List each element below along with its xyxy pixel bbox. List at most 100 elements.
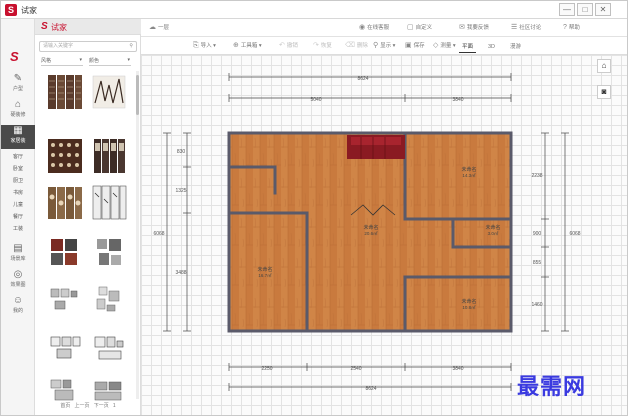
sidebar-sub-kitchen[interactable]: 厨卫 <box>1 177 35 184</box>
dim-top-right: 3840 <box>452 97 463 103</box>
tool-label: 恢复 <box>320 43 332 49</box>
toolbox-button[interactable]: ⊕ 工具箱 ▾ <box>233 37 262 55</box>
save-button[interactable]: ▣ 保存 <box>405 37 425 55</box>
sidebar-sub-living[interactable]: 客厅 <box>1 153 35 160</box>
delete-button[interactable]: ⌫ 删除 <box>345 37 368 55</box>
top-dimension-lines <box>228 73 512 102</box>
menu-help[interactable]: ? 帮助 <box>563 19 580 37</box>
catalog-item-screen-1[interactable] <box>47 73 83 111</box>
dim-right-total: 6068 <box>569 231 580 237</box>
catalog-brand-logo: S <box>41 21 48 32</box>
tool-label: 工具箱 <box>240 43 258 49</box>
menu-feedback[interactable]: ✉ 我要反馈 <box>459 19 489 37</box>
catalog-item-screen-3[interactable] <box>47 137 83 175</box>
dim-left-seg2: 1325 <box>175 188 186 194</box>
mail-icon: ✉ <box>459 24 465 31</box>
pager-prev[interactable]: 上一页 <box>75 403 90 409</box>
catalog-item-art-6[interactable] <box>91 329 127 367</box>
sidebar-sub-dining[interactable]: 餐厅 <box>1 213 35 220</box>
tab-walkthrough[interactable]: 漫游 <box>507 41 524 53</box>
catalog-pager: 首页 上一页 下一页 1 <box>35 399 141 413</box>
measure-icon: ◇ <box>433 42 439 49</box>
screenshot-camera-icon[interactable]: ◙ <box>597 85 611 99</box>
room-3-name: 未命名 <box>485 224 500 231</box>
sidebar-item-hard-decoration[interactable]: ⌂ 硬装修 <box>1 99 35 123</box>
import-button[interactable]: ⎘ 导入 ▾ <box>193 37 216 55</box>
catalog-brand-name: 试家 <box>51 23 67 32</box>
catalog-item-art-5[interactable] <box>47 329 83 367</box>
search-input[interactable]: 请输入关键字 ⚲ <box>39 41 137 52</box>
dim-right-seg1: 2238 <box>531 173 542 179</box>
sidebar-item-label: 家居装 <box>10 138 26 144</box>
home-view-icon[interactable]: ⌂ <box>597 59 611 73</box>
left-sidebar: S ✎ 户型 ⌂ 硬装修 ▦ 家居装 客厅 卧室 厨卫 书房 儿童 餐厅 工装 … <box>1 19 35 415</box>
catalog-item-art-2[interactable] <box>91 233 127 271</box>
edit-toolbar: ⎘ 导入 ▾ ⊕ 工具箱 ▾ ↶ 撤销 ↷ 恢复 ⌫ 删除 ⚲ 显示 ▾ ▣ 保存 ◇ 测量 ▾… <box>141 37 627 55</box>
cloud-icon: ☁ <box>149 24 156 31</box>
catalog-scrollbar[interactable] <box>136 71 139 399</box>
menu-online-service[interactable]: ◉ 在线客服 <box>359 19 389 37</box>
undo-icon: ↶ <box>279 42 285 49</box>
watermark-logo: 最需网 <box>517 375 587 400</box>
catalog-header: S 试家 <box>35 19 141 35</box>
color-filter-value: 颜色 <box>89 58 100 64</box>
display-button[interactable]: ⚲ 显示 ▾ <box>373 37 395 55</box>
sidebar-item-renders[interactable]: ◎ 效果图 <box>1 269 35 293</box>
display-icon: ⚲ <box>373 42 379 49</box>
maximize-button[interactable]: □ <box>577 3 593 16</box>
catalog-item-art-3[interactable] <box>47 281 83 319</box>
catalog-item-art-4[interactable] <box>91 281 127 319</box>
style-filter-dropdown[interactable]: 风格 ▾ <box>41 57 83 66</box>
catalog-item-art-1[interactable] <box>47 233 83 271</box>
redo-button[interactable]: ↷ 恢复 <box>313 37 332 55</box>
house-icon: ⌂ <box>14 99 22 110</box>
sidebar-item-mine[interactable]: ☺ 我的 <box>1 295 35 319</box>
sofa-icon[interactable] <box>347 135 405 159</box>
project-name: 一层 <box>158 25 170 31</box>
project-selector[interactable]: ☁ 一层 <box>149 19 169 37</box>
close-button[interactable]: ✕ <box>595 3 611 16</box>
right-dimension-lines <box>541 132 569 332</box>
catalog-panel: S 试家 请输入关键字 ⚲ 风格 ▾ 颜色 ▾ 首页 上一页 下一页 1 <box>35 19 141 415</box>
menu-label: 社区讨论 <box>519 25 542 31</box>
catalog-item-screen-5[interactable] <box>47 183 83 221</box>
pager-first[interactable]: 首页 <box>60 403 70 409</box>
save-icon: ▣ <box>405 42 412 49</box>
floorplan-canvas[interactable]: 8624 5040 3840 2250 2540 3840 8624 6068 … <box>141 55 627 415</box>
room-3-area: 3.0㎡ <box>488 230 499 236</box>
sidebar-item-scenes[interactable]: ▤ 场景库 <box>1 243 35 267</box>
tab-3d[interactable]: 3D <box>485 41 498 53</box>
dim-right-seg2: 900 <box>533 231 542 237</box>
floorplan-drawing[interactable]: 8624 5040 3840 2250 2540 3840 8624 6068 … <box>141 55 627 415</box>
tool-label: 显示 <box>380 43 392 49</box>
pager-current: 1 <box>112 403 116 409</box>
brand-logo-icon: S <box>10 49 19 64</box>
room-2-name: 未命名 <box>363 224 378 231</box>
tool-label: 保存 <box>413 43 425 49</box>
catalog-item-screen-2[interactable] <box>91 73 127 111</box>
menu-custom[interactable]: ▢ 自定义 <box>407 19 432 37</box>
headset-icon: ◉ <box>359 24 366 31</box>
sidebar-sub-study[interactable]: 书房 <box>1 189 35 196</box>
chevron-down-icon: ▾ <box>127 57 130 63</box>
scrollbar-thumb[interactable] <box>136 75 139 115</box>
sidebar-sub-bedroom[interactable]: 卧室 <box>1 165 35 172</box>
sidebar-item-floorplan[interactable]: ✎ 户型 <box>1 73 35 97</box>
search-icon[interactable]: ⚲ <box>129 42 133 51</box>
measure-button[interactable]: ◇ 测量 ▾ <box>433 37 456 55</box>
pager-next[interactable]: 下一页 <box>94 403 109 409</box>
sidebar-sub-tooling[interactable]: 工装 <box>1 225 35 232</box>
sidebar-item-furniture[interactable]: ▦ 家居装 <box>1 125 35 149</box>
tab-2d-plan[interactable]: 平面 <box>459 41 477 53</box>
sidebar-item-label: 效果图 <box>10 282 26 288</box>
menu-community[interactable]: ☰ 社区讨论 <box>511 19 541 37</box>
catalog-item-screen-4[interactable] <box>91 137 127 175</box>
room-5-name: 未命名 <box>461 298 476 305</box>
undo-button[interactable]: ↶ 撤销 <box>279 37 298 55</box>
color-filter-dropdown[interactable]: 颜色 ▾ <box>89 57 131 66</box>
catalog-item-screen-6[interactable] <box>91 183 127 221</box>
dim-left-total: 6068 <box>153 231 164 237</box>
user-icon: ☺ <box>12 295 24 306</box>
sidebar-sub-kids[interactable]: 儿童 <box>1 201 35 208</box>
minimize-button[interactable]: — <box>559 3 575 16</box>
